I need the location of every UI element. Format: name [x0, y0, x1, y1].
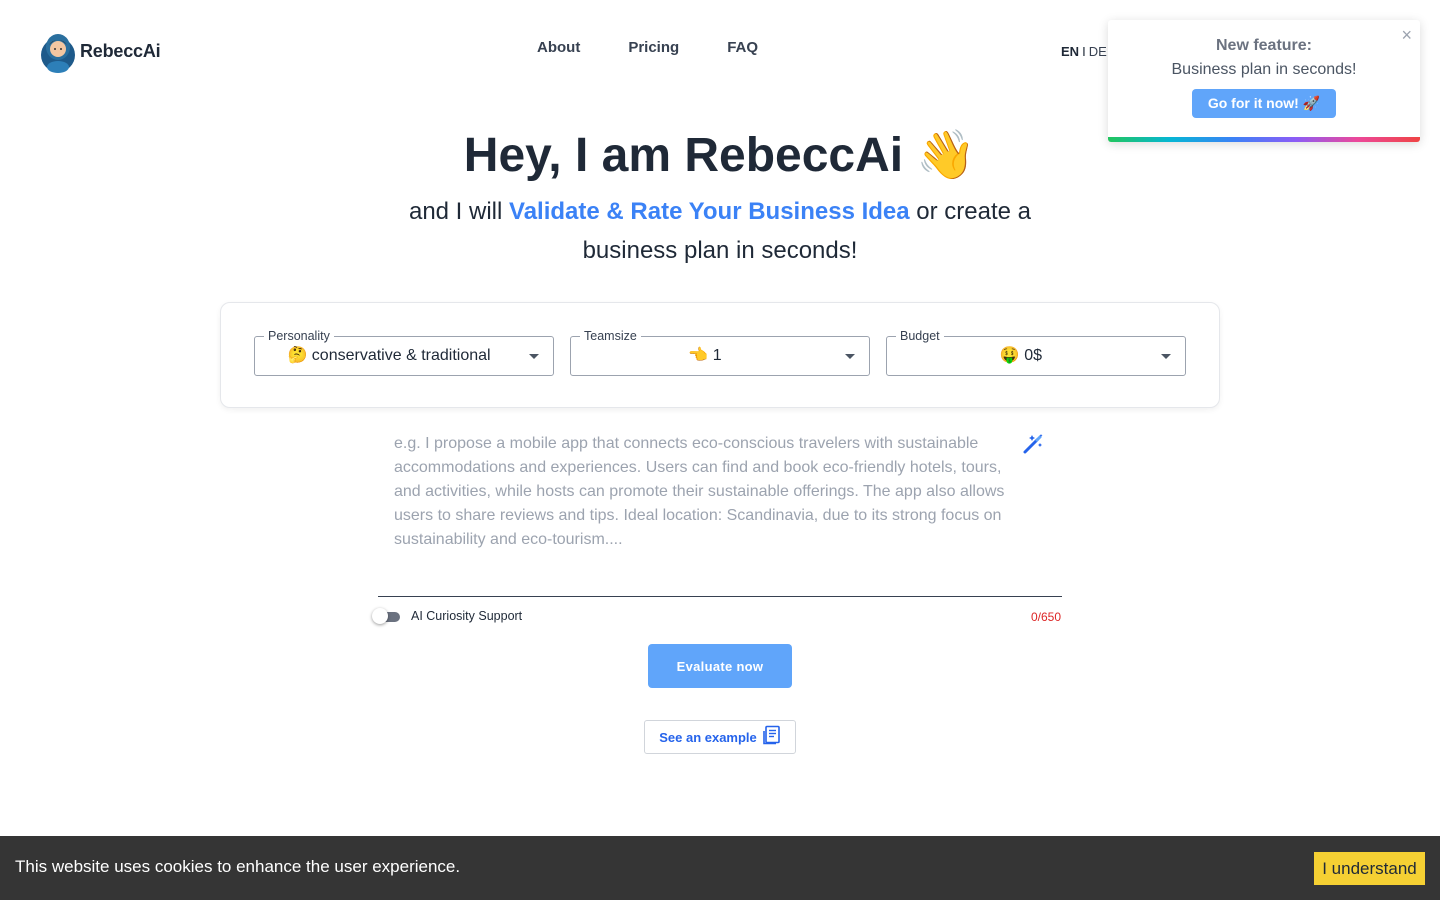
hero-sub-before: and I will [408, 198, 510, 225]
nav-faq[interactable]: FAQ [727, 39, 758, 56]
magic-wand-icon[interactable] [1022, 433, 1044, 455]
cookie-text: This website uses cookies to enhance the… [15, 857, 461, 876]
logo[interactable]: RebeccAi [40, 31, 161, 73]
hero-sub-highlight: Validate & Rate Your Business Idea [509, 198, 910, 225]
brand-name: RebeccAi [80, 40, 161, 61]
lang-de[interactable]: DE [1089, 44, 1107, 59]
budget-value: 🤑 0$ [999, 347, 1043, 364]
feature-popup: × New feature: Business plan in seconds!… [1108, 20, 1420, 142]
ai-curiosity-toggle[interactable] [372, 608, 400, 624]
hero-title: Hey, I am RebeccAi 👋 [463, 129, 977, 182]
personality-value: 🤔 conservative & traditional [287, 347, 491, 364]
hero-subtitle: and I will Validate & Rate Your Business… [400, 192, 1040, 270]
personality-select[interactable]: Personality 🤔 conservative & traditional [254, 328, 554, 376]
see-example-label: See an example [659, 729, 757, 745]
go-for-it-button[interactable]: Go for it now! 🚀 [1191, 89, 1337, 118]
toggle-knob [372, 608, 388, 624]
chevron-down-icon [845, 354, 855, 359]
logo-avatar-icon [40, 31, 76, 73]
idea-textarea[interactable]: e.g. I propose a mobile app that connect… [394, 432, 1014, 552]
teamsize-value: 👈 1 [688, 347, 722, 364]
lang-separator: I [1082, 44, 1086, 59]
see-example-button[interactable]: See an example [644, 720, 796, 754]
cookie-accept-button[interactable]: I understand [1314, 852, 1425, 885]
chevron-down-icon [1161, 354, 1171, 359]
nav-about[interactable]: About [537, 39, 580, 56]
main-nav: About Pricing FAQ [537, 39, 758, 56]
ai-curiosity-label: AI Curiosity Support [411, 609, 523, 623]
document-icon [762, 725, 781, 750]
character-counter: 0/650 [1031, 610, 1062, 624]
nav-pricing[interactable]: Pricing [628, 39, 679, 56]
language-switcher: EN I DE [1061, 44, 1107, 59]
popup-title: New feature: [1215, 37, 1313, 54]
textarea-underline [378, 596, 1062, 597]
teamsize-select[interactable]: Teamsize 👈 1 [570, 328, 870, 376]
options-card: Personality 🤔 conservative & traditional… [220, 302, 1220, 408]
lang-en[interactable]: EN [1061, 44, 1079, 59]
close-icon[interactable]: × [1401, 26, 1412, 44]
chevron-down-icon [529, 354, 539, 359]
evaluate-button[interactable]: Evaluate now [648, 644, 792, 688]
popup-subtitle: Business plan in seconds! [1171, 61, 1357, 78]
cookie-banner: This website uses cookies to enhance the… [0, 836, 1440, 900]
budget-select[interactable]: Budget 🤑 0$ [886, 328, 1186, 376]
